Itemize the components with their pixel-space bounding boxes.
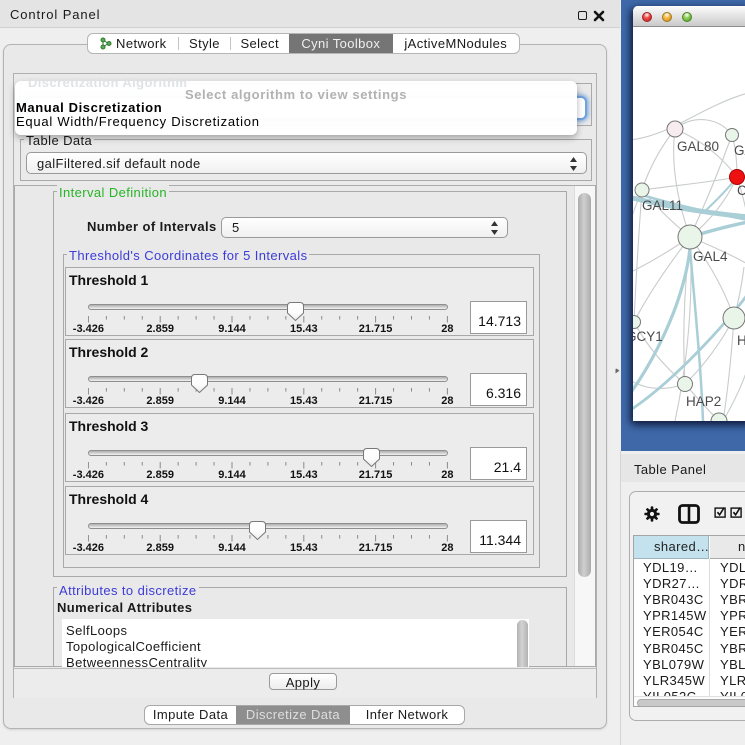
svg-text:GAL80: GAL80: [677, 139, 719, 154]
svg-text:GAL4: GAL4: [693, 249, 728, 264]
svg-text:GAL11: GAL11: [642, 198, 683, 213]
svg-text:HA: HA: [737, 333, 745, 348]
svg-text:GA: GA: [734, 143, 745, 158]
svg-text:GCY1: GCY1: [633, 329, 663, 344]
svg-text:HAP2: HAP2: [686, 394, 721, 409]
svg-text:C: C: [737, 183, 745, 198]
